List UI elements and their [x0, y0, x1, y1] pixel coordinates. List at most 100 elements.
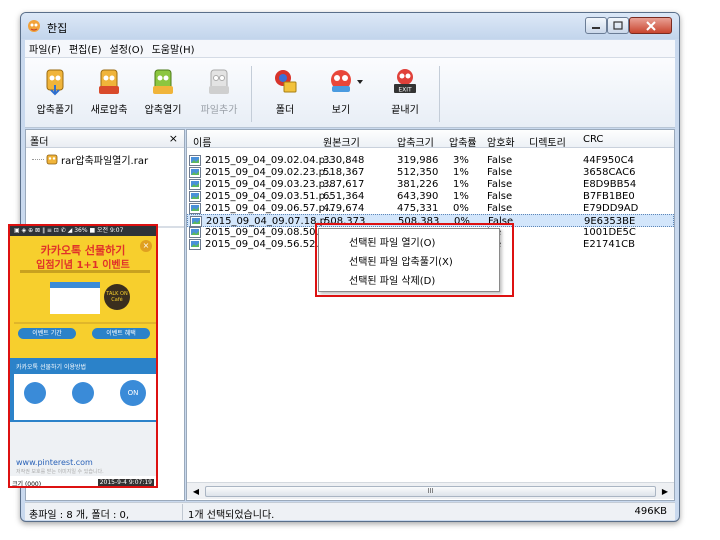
image-file-icon: [189, 203, 201, 214]
cell-original-size: 651,364: [323, 191, 365, 202]
cell-original-size: 479,674: [323, 203, 365, 214]
tree-connector: [32, 159, 44, 160]
menu-bar: 파일(F) 편집(E) 설정(O) 도움말(H): [25, 40, 675, 58]
preview-copyright-note: 저작권 보호를 받는 이미지일 수 있습니다.: [16, 469, 104, 475]
cell-encryption: False: [487, 203, 513, 214]
exit-label: 끝내기: [391, 105, 419, 116]
preview-source-url: www.pinterest.com: [16, 458, 93, 467]
preview-step-3-icon: ON: [120, 380, 146, 406]
cell-compressed-size: 643,390: [397, 191, 439, 202]
toolbar: 압축풀기 새로압축 압축열기 파일추가 폴더 보기 EXIT 끝내기: [25, 58, 675, 128]
extract-label: 압축풀기: [36, 105, 74, 116]
menu-edit[interactable]: 편집(E): [65, 41, 106, 56]
column-header-directory[interactable]: 디렉토리: [529, 134, 566, 149]
preview-store-illustration: [50, 282, 100, 314]
cell-name: 2015_09_04_09.03.51.p...: [205, 191, 335, 202]
status-selection: 1개 선택되었습니다.: [188, 510, 275, 521]
add-file-label: 파일추가: [200, 105, 238, 116]
tree-item-label: rar압축파일열기.rar: [61, 156, 149, 167]
tree-item-archive[interactable]: rar압축파일열기.rar: [32, 152, 148, 167]
preview-close-icon: ×: [140, 240, 152, 252]
file-list: 이름 원본크기 압축크기 압축률 암호화 디렉토리 CRC 2015_09_04…: [186, 129, 675, 501]
folder-pane-close-button[interactable]: ×: [169, 132, 178, 145]
title-bar[interactable]: 한집: [21, 13, 679, 39]
minimize-icon: [592, 26, 600, 29]
menu-help[interactable]: 도움말(H): [148, 41, 199, 56]
new-archive-label: 새로압축: [90, 105, 128, 116]
list-header: 이름 원본크기 압축크기 압축률 암호화 디렉토리 CRC: [187, 130, 674, 149]
column-header-encryption[interactable]: 암호화: [487, 134, 515, 149]
image-file-icon: [189, 191, 201, 202]
image-file-icon: [189, 239, 201, 250]
horizontal-scrollbar[interactable]: ◀ III ▶: [187, 482, 674, 499]
preview-howto-section: 카카오톡 선물하기 이용방법 ON: [10, 358, 156, 422]
cell-name: 2015_09_04_09.06.57.p...: [205, 203, 335, 214]
cell-original-size: 330,848: [323, 155, 365, 166]
extract-icon: [46, 69, 64, 96]
cell-name: 2015_09_04_09.02.04.p...: [205, 155, 335, 166]
column-header-original-size[interactable]: 원본크기: [323, 134, 360, 149]
cell-crc: E8D9BB54: [583, 179, 637, 190]
cell-encryption: False: [487, 179, 513, 190]
minimize-button[interactable]: [585, 17, 607, 34]
new-archive-button[interactable]: 새로압축: [81, 62, 137, 124]
archive-icon: [46, 154, 58, 165]
exit-button[interactable]: EXIT 끝내기: [377, 62, 433, 124]
cell-ratio: 1%: [453, 191, 469, 202]
new-archive-icon: [99, 69, 119, 94]
open-archive-icon: [153, 69, 173, 94]
cell-crc: E79DD9AD: [583, 203, 639, 214]
add-file-icon: [209, 69, 229, 94]
cell-ratio: 1%: [453, 167, 469, 178]
cell-ratio: 3%: [453, 155, 469, 166]
preview-footer-size: 크기 (000): [12, 481, 42, 488]
maximize-icon: [613, 21, 623, 30]
cell-compressed-size: 381,226: [397, 179, 439, 190]
preview-ad-banner: 카카오톡 선물하기 입점기념 1+1 이벤트 × TALK ON Café 이벤…: [10, 236, 156, 358]
column-header-compressed-size[interactable]: 압축크기: [397, 134, 434, 149]
status-divider: [182, 504, 183, 520]
preview-event-period: 이벤트 기간: [18, 328, 76, 339]
column-header-name[interactable]: 이름: [193, 134, 211, 149]
open-archive-label: 압축열기: [144, 105, 182, 116]
maximize-button[interactable]: [607, 17, 629, 34]
preview-divider: [14, 322, 156, 324]
folder-icon: [275, 70, 297, 93]
open-archive-button[interactable]: 압축열기: [135, 62, 191, 124]
close-icon: [645, 20, 656, 31]
cell-compressed-size: 512,350: [397, 167, 439, 178]
cell-crc: 1001DE5C: [583, 227, 636, 238]
image-file-icon: [189, 155, 201, 166]
folder-button[interactable]: 폴더: [257, 62, 313, 124]
menu-file[interactable]: 파일(F): [25, 41, 65, 56]
chevron-down-icon: [357, 80, 363, 84]
cell-compressed-size: 475,331: [397, 203, 439, 214]
preview-ad-fineprint: [20, 270, 150, 273]
scroll-left-arrow-icon[interactable]: ◀: [189, 485, 203, 498]
cell-ratio: 0%: [453, 203, 469, 214]
cell-crc: 3658CAC6: [583, 167, 636, 178]
cell-ratio: 1%: [453, 179, 469, 190]
scroll-thumb[interactable]: III: [205, 486, 656, 497]
view-dropdown-button[interactable]: [353, 62, 367, 124]
cell-encryption: False: [487, 167, 513, 178]
toolbar-separator: [251, 66, 252, 122]
app-icon: [28, 20, 40, 32]
add-file-button[interactable]: 파일추가: [191, 62, 247, 124]
status-size: 496KB: [634, 506, 667, 517]
view-icon: [331, 70, 351, 92]
menu-settings[interactable]: 설정(O): [106, 41, 148, 56]
cell-name: 2015_09_04_09.03.23.p...: [205, 179, 335, 190]
toolbar-separator: [439, 66, 440, 122]
scroll-right-arrow-icon[interactable]: ▶: [658, 485, 672, 498]
folder-pane-title: 폴더: [30, 137, 49, 148]
cell-name: 2015_09_04_09.02.23.p...: [205, 167, 335, 178]
column-header-crc[interactable]: CRC: [583, 134, 603, 145]
cell-crc: E21741CB: [583, 239, 635, 250]
window-title: 한집: [47, 22, 68, 35]
close-button[interactable]: [629, 17, 672, 34]
preview-section-title: 카카오톡 선물하기 이용방법: [16, 364, 87, 371]
preview-talk-badge: TALK ON Café: [104, 284, 130, 310]
column-header-ratio[interactable]: 압축률: [449, 134, 477, 149]
extract-button[interactable]: 압축풀기: [27, 62, 83, 124]
